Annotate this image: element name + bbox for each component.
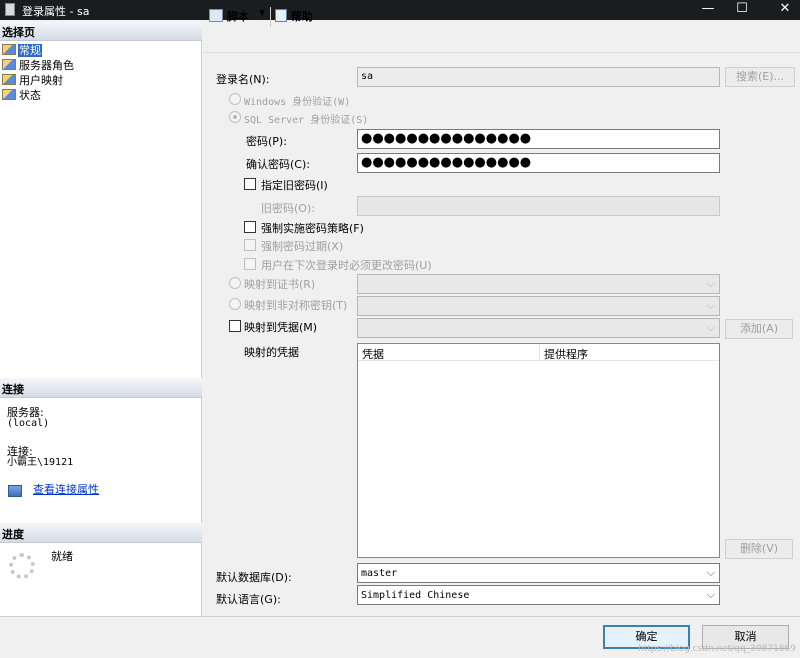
left-pane: 选择页 常规 服务器角色 用户映射 状态 连接 服务器: (local) 连接:… <box>0 21 202 616</box>
sql-auth-label: SQL Server 身份验证(S) <box>244 115 369 126</box>
chevron-down-icon: ⌵ <box>706 277 715 290</box>
footer: 确定 取消 https://blog.csdn.net/qq_39871869 <box>0 616 800 658</box>
grid-header-provider[interactable]: 提供程序 <box>540 344 719 361</box>
default-language-label: 默认语言(G): <box>216 593 281 606</box>
help-button[interactable]: 帮助 <box>275 8 313 25</box>
default-database-label: 默认数据库(D): <box>216 571 292 584</box>
add-button[interactable]: 添加(A) <box>725 319 793 339</box>
mapped-credentials-label: 映射的凭据 <box>244 346 299 359</box>
chevron-down-icon: ⌵ <box>706 321 715 334</box>
enforce-policy-label: 强制实施密码策略(F) <box>261 222 364 235</box>
login-name-field[interactable]: sa <box>357 67 720 87</box>
credential-combo[interactable]: ⌵ <box>357 318 720 338</box>
search-button[interactable]: 搜索(E)... <box>725 67 795 87</box>
script-icon <box>209 9 223 22</box>
map-certificate-radio[interactable] <box>229 277 241 289</box>
page-item-server-roles[interactable]: 服务器角色 <box>2 57 75 72</box>
close-button[interactable]: ✕ <box>763 0 800 20</box>
enforce-policy-checkbox[interactable] <box>244 221 256 233</box>
map-asymmetric-key-label: 映射到非对称密钥(T) <box>244 299 348 312</box>
old-password-field[interactable] <box>357 196 720 216</box>
certificate-combo[interactable]: ⌵ <box>357 274 720 294</box>
windows-auth-label: Windows 身份验证(W) <box>244 97 351 108</box>
document-icon <box>5 3 15 16</box>
map-credential-checkbox[interactable] <box>229 320 241 332</box>
mapped-credentials-grid[interactable]: 凭据 提供程序 <box>357 343 720 558</box>
enforce-expiration-label: 强制密码过期(X) <box>261 240 344 253</box>
help-icon <box>275 9 287 22</box>
select-page-header: 选择页 <box>0 21 202 41</box>
toolbar <box>203 21 800 53</box>
page-icon <box>2 44 16 55</box>
specify-old-password-checkbox[interactable] <box>244 178 256 190</box>
sql-auth-radio[interactable] <box>229 111 241 123</box>
password-field[interactable]: ●●●●●●●●●●●●●●● <box>357 129 720 149</box>
asymmetric-key-combo[interactable]: ⌵ <box>357 296 720 316</box>
grid-header-credential[interactable]: 凭据 <box>358 344 540 361</box>
password-label: 密码(P): <box>246 135 287 148</box>
default-language-combo[interactable]: Simplified Chinese ⌵ <box>357 585 720 605</box>
view-connection-properties-link[interactable]: 查看连接属性 <box>33 484 99 496</box>
connection-header: 连接 <box>0 378 202 398</box>
chevron-down-icon: ⌵ <box>706 566 715 579</box>
watermark: https://blog.csdn.net/qq_39871869 <box>637 644 796 654</box>
chevron-down-icon: ⌵ <box>706 299 715 312</box>
map-certificate-label: 映射到证书(R) <box>244 278 316 291</box>
page-item-general[interactable]: 常规 <box>2 42 42 57</box>
login-name-label: 登录名(N): <box>216 73 270 86</box>
old-password-label: 旧密码(O): <box>261 202 315 215</box>
script-dropdown-arrow[interactable]: ▼ <box>259 8 265 25</box>
chevron-down-icon: ⌵ <box>706 588 715 601</box>
title-bar: 登录属性 - sa — ☐ ✕ <box>0 0 800 20</box>
specify-old-password-label: 指定旧密码(I) <box>261 179 328 192</box>
windows-auth-radio[interactable] <box>229 93 241 105</box>
connection-properties-icon <box>8 485 22 497</box>
page-item-status[interactable]: 状态 <box>2 87 42 102</box>
progress-status: 就绪 <box>51 550 73 563</box>
toolbar-separator <box>270 7 271 27</box>
must-change-label: 用户在下次登录时必须更改密码(U) <box>261 259 432 272</box>
progress-spinner-icon <box>9 553 35 579</box>
default-database-combo[interactable]: master ⌵ <box>357 563 720 583</box>
map-asymmetric-key-radio[interactable] <box>229 298 241 310</box>
confirm-password-field[interactable]: ●●●●●●●●●●●●●●● <box>357 153 720 173</box>
page-icon <box>2 74 16 85</box>
script-button[interactable]: 脚本 <box>209 8 249 25</box>
must-change-checkbox[interactable] <box>244 258 256 270</box>
confirm-password-label: 确认密码(C): <box>246 158 310 171</box>
progress-header: 进度 <box>0 523 202 543</box>
enforce-expiration-checkbox[interactable] <box>244 239 256 251</box>
map-credential-label: 映射到凭据(M) <box>244 321 318 334</box>
remove-button[interactable]: 删除(V) <box>725 539 793 559</box>
server-value: (local) <box>7 418 50 429</box>
connection-value: 小霸王\19121 <box>7 457 74 468</box>
page-item-user-mapping[interactable]: 用户映射 <box>2 72 64 87</box>
page-icon <box>2 89 16 100</box>
page-icon <box>2 59 16 70</box>
window-title: 登录属性 - sa <box>22 5 90 18</box>
maximize-button[interactable]: ☐ <box>720 0 764 20</box>
